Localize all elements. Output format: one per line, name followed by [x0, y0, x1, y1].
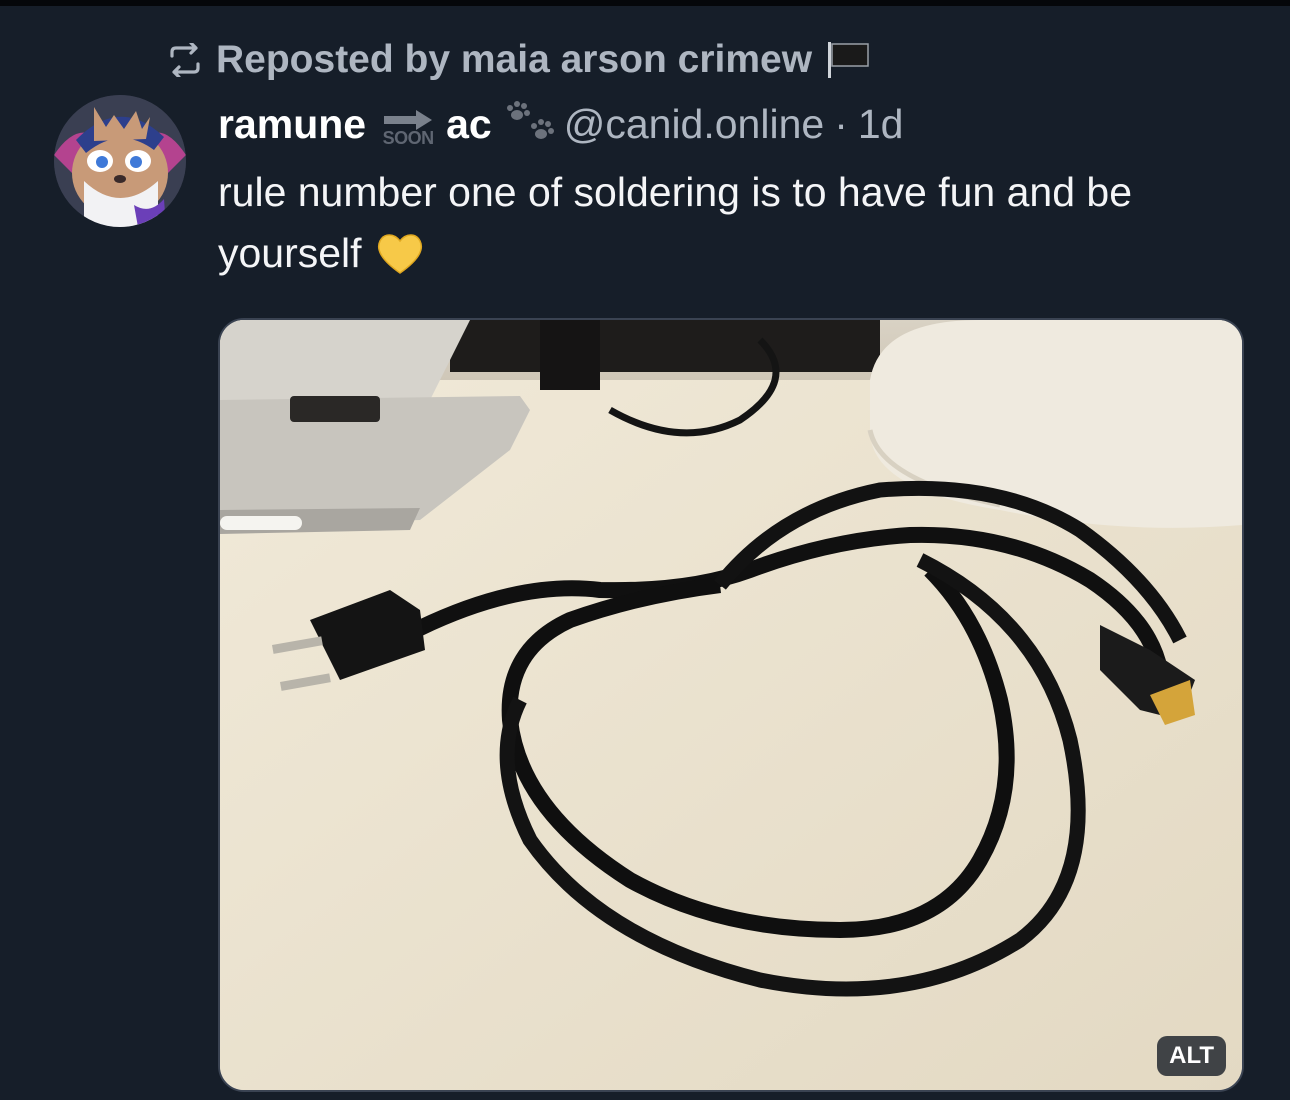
separator-dot: ·	[834, 100, 848, 147]
flag-icon	[824, 40, 874, 80]
soon-label: SOON	[382, 128, 435, 148]
cable-photo	[220, 320, 1242, 1090]
repost-icon	[166, 43, 204, 77]
repost-indicator[interactable]: Reposted by maia arson crimew	[166, 36, 874, 84]
repost-text: Reposted by maia arson crimew	[216, 38, 813, 81]
post-text-content: rule number one of soldering is to have …	[218, 169, 1132, 276]
soon-arrow-badge: SOON	[382, 110, 435, 148]
post-text: rule number one of soldering is to have …	[218, 162, 1228, 292]
arrow-right-icon	[384, 110, 433, 130]
post-header: ramune SOON ac @canid.online · 1d	[218, 96, 903, 152]
alt-text-badge[interactable]: ALT	[1157, 1036, 1226, 1076]
author-name-suffix[interactable]: ac	[446, 101, 492, 148]
avatar[interactable]	[54, 95, 186, 227]
post-image[interactable]: ALT	[218, 318, 1244, 1092]
yellow-heart-icon	[376, 231, 424, 292]
post-timestamp[interactable]: 1d	[858, 101, 904, 148]
paw-prints-icon	[504, 100, 556, 149]
top-edge	[0, 0, 1290, 6]
author-handle[interactable]: @canid.online	[564, 101, 824, 148]
author-name[interactable]: ramune	[218, 101, 366, 148]
